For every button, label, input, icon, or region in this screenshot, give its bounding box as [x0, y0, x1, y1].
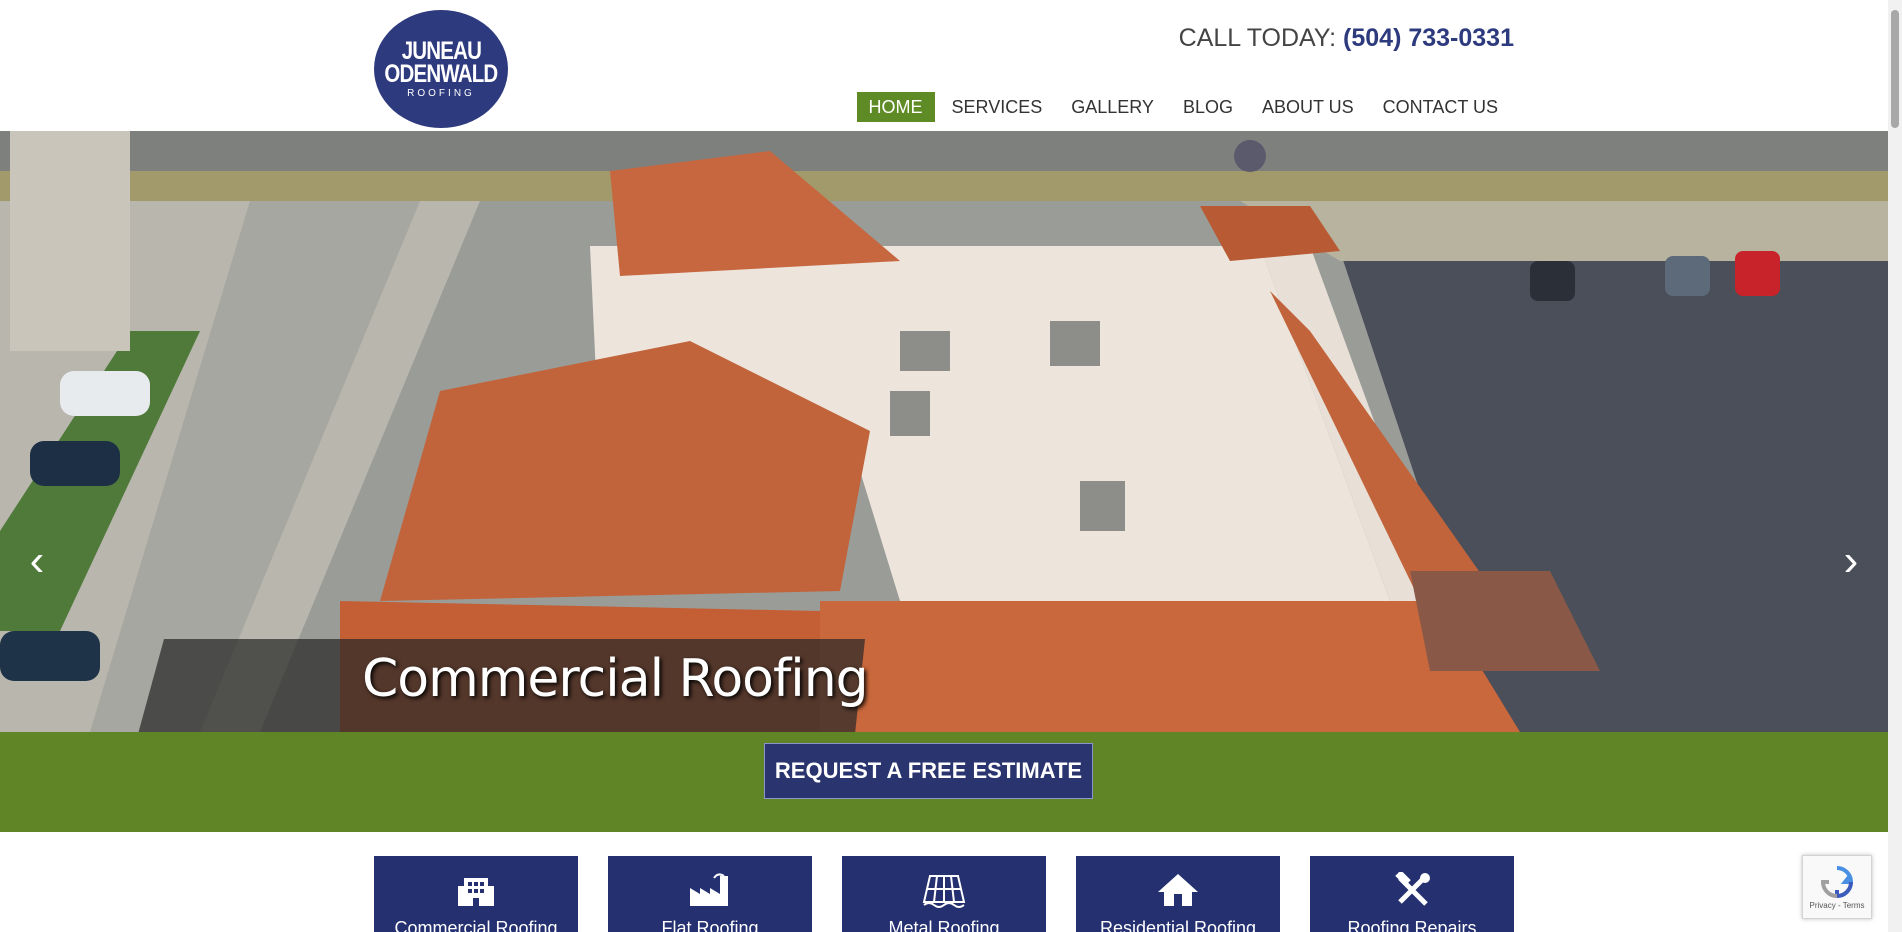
recaptcha-badge[interactable]: Privacy - Terms [1802, 855, 1872, 919]
logo-line3: ROOFING [407, 87, 475, 99]
recaptcha-icon [1820, 865, 1854, 898]
tile-label: Metal Roofing [888, 918, 1000, 932]
scrollbar-thumb[interactable] [1891, 10, 1899, 128]
nav-services[interactable]: SERVICES [940, 92, 1055, 122]
slider-prev-button[interactable]: ‹ [22, 539, 52, 583]
factory-icon [690, 873, 728, 906]
phone-link[interactable]: (504) 733-0331 [1343, 24, 1514, 52]
service-tiles: Commercial Roofing Flat Roofing Metal Ro… [374, 856, 1514, 932]
request-estimate-button[interactable]: REQUEST A FREE ESTIMATE [764, 743, 1093, 799]
nav-blog[interactable]: BLOG [1171, 92, 1245, 122]
tile-label: Flat Roofing [661, 918, 759, 932]
nav-home[interactable]: HOME [856, 92, 935, 122]
nav-about-us[interactable]: ABOUT US [1250, 92, 1366, 122]
company-logo[interactable]: JUNEAU ODENWALD ROOFING [374, 10, 508, 128]
tile-metal-roofing[interactable]: Metal Roofing [842, 856, 1046, 932]
house-icon [1158, 874, 1198, 906]
page-scrollbar[interactable] [1888, 0, 1902, 932]
metal-roof-icon [922, 875, 966, 908]
slider-next-button[interactable]: › [1836, 539, 1866, 583]
tile-label: Commercial Roofing [394, 918, 558, 932]
main-nav: HOME SERVICES GALLERY BLOG ABOUT US CONT… [852, 92, 1510, 122]
tile-roofing-repairs[interactable]: Roofing Repairs [1310, 856, 1514, 932]
call-today: CALL TODAY: (504) 733-0331 [1179, 24, 1514, 53]
tile-flat-roofing[interactable]: Flat Roofing [608, 856, 812, 932]
tile-label: Residential Roofing [1099, 918, 1257, 932]
slide-caption: Commercial Roofing [362, 649, 869, 709]
nav-contact-us[interactable]: CONTACT US [1371, 92, 1510, 122]
page: JUNEAU ODENWALD ROOFING CALL TODAY: (504… [0, 0, 1888, 932]
tile-label: Roofing Repairs [1347, 918, 1477, 932]
call-label: CALL TODAY: [1178, 24, 1337, 52]
hero-slider: ‹ › Commercial Roofing [0, 131, 1888, 732]
tile-commercial-roofing[interactable]: Commercial Roofing [374, 856, 578, 932]
recaptcha-text: Privacy - Terms [1809, 900, 1865, 910]
site-header: JUNEAU ODENWALD ROOFING CALL TODAY: (504… [0, 0, 1888, 131]
cta-band: REQUEST A FREE ESTIMATE [0, 732, 1888, 832]
building-icon [458, 878, 494, 906]
nav-gallery[interactable]: GALLERY [1059, 92, 1166, 122]
tools-icon [1395, 872, 1430, 906]
logo-line2: ODENWALD [384, 59, 498, 88]
tile-residential-roofing[interactable]: Residential Roofing [1076, 856, 1280, 932]
